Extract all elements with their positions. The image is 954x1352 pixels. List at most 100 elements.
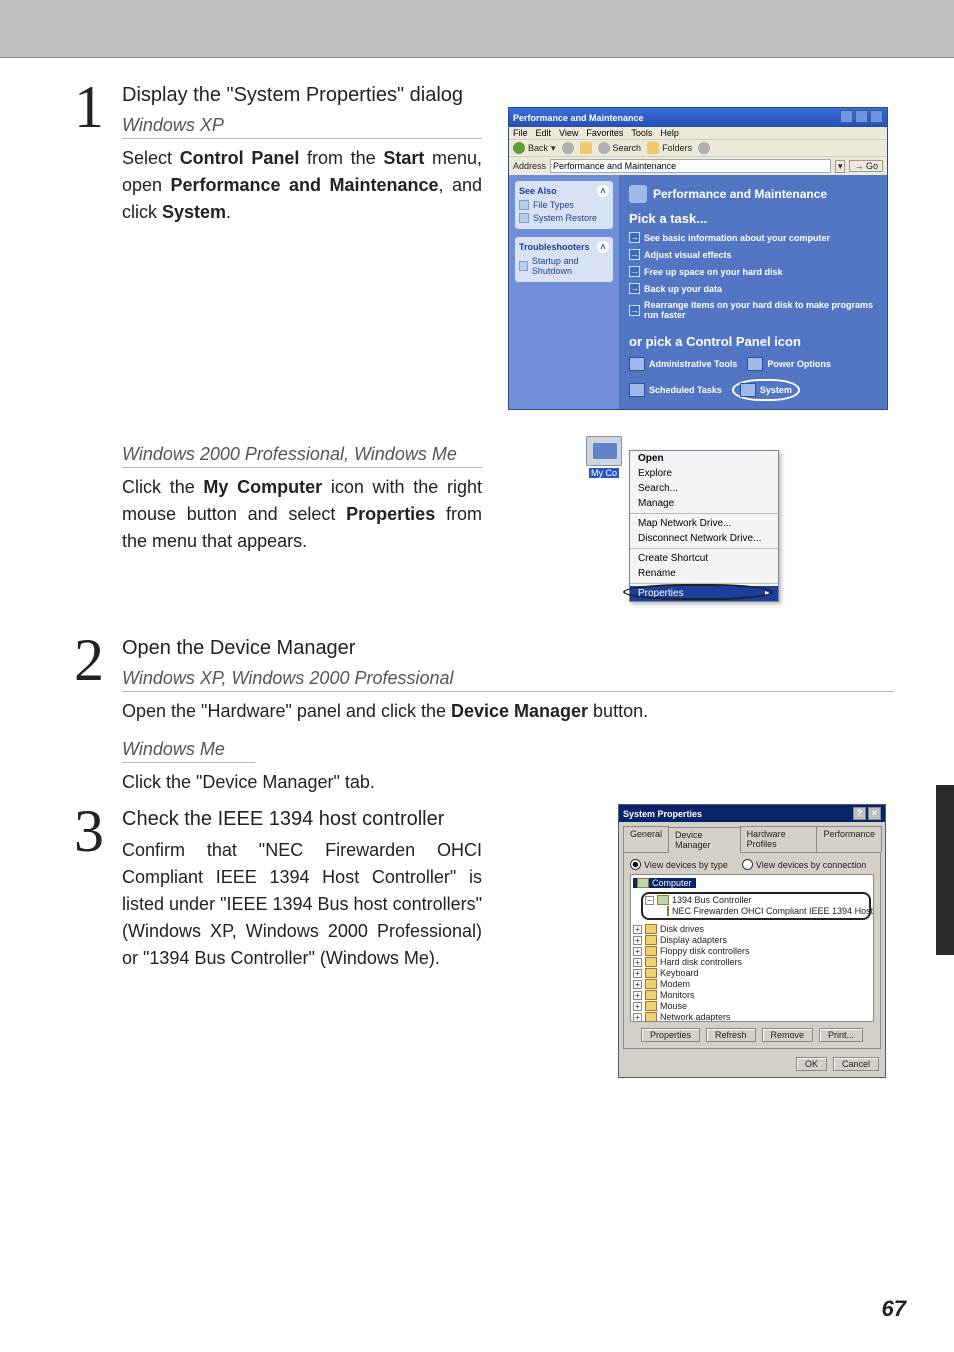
- remove-button[interactable]: Remove: [762, 1028, 814, 1042]
- cp-scheduled-tasks[interactable]: Scheduled Tasks: [629, 379, 722, 401]
- folders-button[interactable]: Folders: [647, 142, 692, 154]
- views-icon[interactable]: [698, 142, 710, 154]
- see-also-item[interactable]: System Restore: [519, 213, 609, 223]
- menu-shortcut[interactable]: Create Shortcut: [630, 551, 778, 566]
- task-link[interactable]: →Back up your data: [629, 283, 877, 294]
- expand-icon[interactable]: +: [633, 1002, 642, 1011]
- tree-node[interactable]: +Floppy disk controllers: [633, 946, 871, 957]
- menu-help[interactable]: Help: [660, 128, 679, 138]
- subhead-2000-me: Windows 2000 Professional, Windows Me: [122, 444, 482, 468]
- xp-performance-window: Performance and Maintenance File Edit Vi…: [508, 107, 888, 410]
- radio-by-connection[interactable]: View devices by connection: [742, 859, 866, 870]
- menu-favorites[interactable]: Favorites: [586, 128, 623, 138]
- maximize-icon[interactable]: [855, 110, 868, 123]
- expand-icon[interactable]: +: [633, 980, 642, 989]
- expand-icon[interactable]: +: [633, 1013, 642, 1022]
- tree-node[interactable]: +Display adapters: [633, 935, 871, 946]
- expand-icon[interactable]: +: [633, 969, 642, 978]
- menu-search[interactable]: Search...: [630, 481, 778, 496]
- my-computer-icon[interactable]: My Co: [581, 436, 627, 478]
- collapse-icon[interactable]: ˄: [597, 185, 609, 197]
- window-title: Performance and Maintenance: [513, 113, 644, 123]
- step-1: 1 Display the "System Properties" dialog…: [70, 80, 894, 623]
- expand-icon[interactable]: +: [633, 925, 642, 934]
- tree-node[interactable]: +Network adapters: [633, 1012, 871, 1022]
- menu-disconnect-drive[interactable]: Disconnect Network Drive...: [630, 531, 778, 546]
- cp-power-options[interactable]: Power Options: [747, 357, 831, 371]
- tree-node[interactable]: +Hard disk controllers: [633, 957, 871, 968]
- expand-icon[interactable]: +: [633, 947, 642, 956]
- back-icon: [513, 142, 525, 154]
- menu-file[interactable]: File: [513, 128, 528, 138]
- ok-button[interactable]: OK: [796, 1057, 827, 1071]
- cp-admin-tools[interactable]: Administrative Tools: [629, 357, 737, 371]
- refresh-button[interactable]: Refresh: [706, 1028, 756, 1042]
- troubleshooter-item[interactable]: Startup and Shutdown: [519, 256, 609, 276]
- step-2-xp-text: Open the "Hardware" panel and click the …: [122, 698, 894, 725]
- device-icon: [645, 935, 657, 945]
- folders-icon: [647, 142, 659, 154]
- menu-open[interactable]: Open: [630, 451, 778, 466]
- go-button[interactable]: → Go: [849, 160, 883, 172]
- tab-device-manager[interactable]: Device Manager: [668, 827, 741, 853]
- tab-hardware-profiles[interactable]: Hardware Profiles: [740, 826, 818, 852]
- window-controls[interactable]: [838, 110, 883, 125]
- tree-node[interactable]: +Monitors: [633, 990, 871, 1001]
- search-icon: [598, 142, 610, 154]
- up-icon[interactable]: [580, 142, 592, 154]
- device-tree[interactable]: Computer −1394 Bus Controller NEC Firewa…: [630, 874, 874, 1022]
- expand-icon[interactable]: +: [633, 991, 642, 1000]
- back-button[interactable]: Back ▾: [513, 142, 556, 154]
- address-dropdown-icon[interactable]: ▾: [835, 160, 846, 173]
- dialog-title: System Properties: [623, 809, 702, 819]
- tree-node[interactable]: +Mouse: [633, 1001, 871, 1012]
- collapse-icon[interactable]: ˄: [597, 241, 609, 253]
- tab-performance[interactable]: Performance: [816, 826, 882, 852]
- see-also-item[interactable]: File Types: [519, 200, 609, 210]
- close-icon[interactable]: ×: [868, 807, 881, 820]
- task-link[interactable]: →See basic information about your comput…: [629, 232, 877, 243]
- menu-view[interactable]: View: [559, 128, 578, 138]
- cp-system[interactable]: System: [740, 383, 792, 397]
- menu-map-drive[interactable]: Map Network Drive...: [630, 516, 778, 531]
- forward-icon[interactable]: [562, 142, 574, 154]
- tree-node[interactable]: +Disk drives: [633, 924, 871, 935]
- print-button[interactable]: Print...: [819, 1028, 863, 1042]
- context-menu: Open Explore Search... Manage Map Networ…: [629, 450, 779, 602]
- help-icon[interactable]: ?: [853, 807, 866, 820]
- highlight-oval: −1394 Bus Controller NEC Firewarden OHCI…: [641, 892, 871, 920]
- device-icon: [645, 990, 657, 1000]
- menu-edit[interactable]: Edit: [536, 128, 552, 138]
- device-icon: [645, 1012, 657, 1022]
- collapse-icon[interactable]: −: [645, 896, 654, 905]
- task-link[interactable]: →Rearrange items on your hard disk to ma…: [629, 300, 877, 320]
- subhead-xp-2000: Windows XP, Windows 2000 Professional: [122, 668, 894, 692]
- menubar[interactable]: File Edit View Favorites Tools Help: [509, 127, 887, 139]
- address-label: Address: [513, 161, 546, 171]
- menu-rename[interactable]: Rename: [630, 566, 778, 581]
- properties-button[interactable]: Properties: [641, 1028, 700, 1042]
- tree-node-nec[interactable]: NEC Firewarden OHCI Compliant IEEE 1394 …: [645, 906, 867, 917]
- menu-separator: [630, 548, 778, 549]
- search-button[interactable]: Search: [598, 142, 642, 154]
- expand-icon[interactable]: +: [633, 936, 642, 945]
- menu-explore[interactable]: Explore: [630, 466, 778, 481]
- system-properties-dialog: System Properties ?× General Device Mana…: [618, 804, 886, 1078]
- close-icon[interactable]: [870, 110, 883, 123]
- tab-general[interactable]: General: [623, 826, 669, 852]
- controller-icon: [667, 906, 669, 916]
- tree-node[interactable]: +Keyboard: [633, 968, 871, 979]
- perf-icon: [629, 185, 647, 203]
- menu-manage[interactable]: Manage: [630, 496, 778, 511]
- minimize-icon[interactable]: [840, 110, 853, 123]
- radio-by-type[interactable]: View devices by type: [630, 859, 728, 870]
- tree-root[interactable]: Computer: [633, 878, 696, 888]
- address-input[interactable]: [550, 159, 831, 173]
- task-link[interactable]: →Adjust visual effects: [629, 249, 877, 260]
- cancel-button[interactable]: Cancel: [833, 1057, 879, 1071]
- task-link[interactable]: →Free up space on your hard disk: [629, 266, 877, 277]
- menu-tools[interactable]: Tools: [631, 128, 652, 138]
- tree-node-1394[interactable]: −1394 Bus Controller: [645, 895, 867, 906]
- expand-icon[interactable]: +: [633, 958, 642, 967]
- tree-node[interactable]: +Modem: [633, 979, 871, 990]
